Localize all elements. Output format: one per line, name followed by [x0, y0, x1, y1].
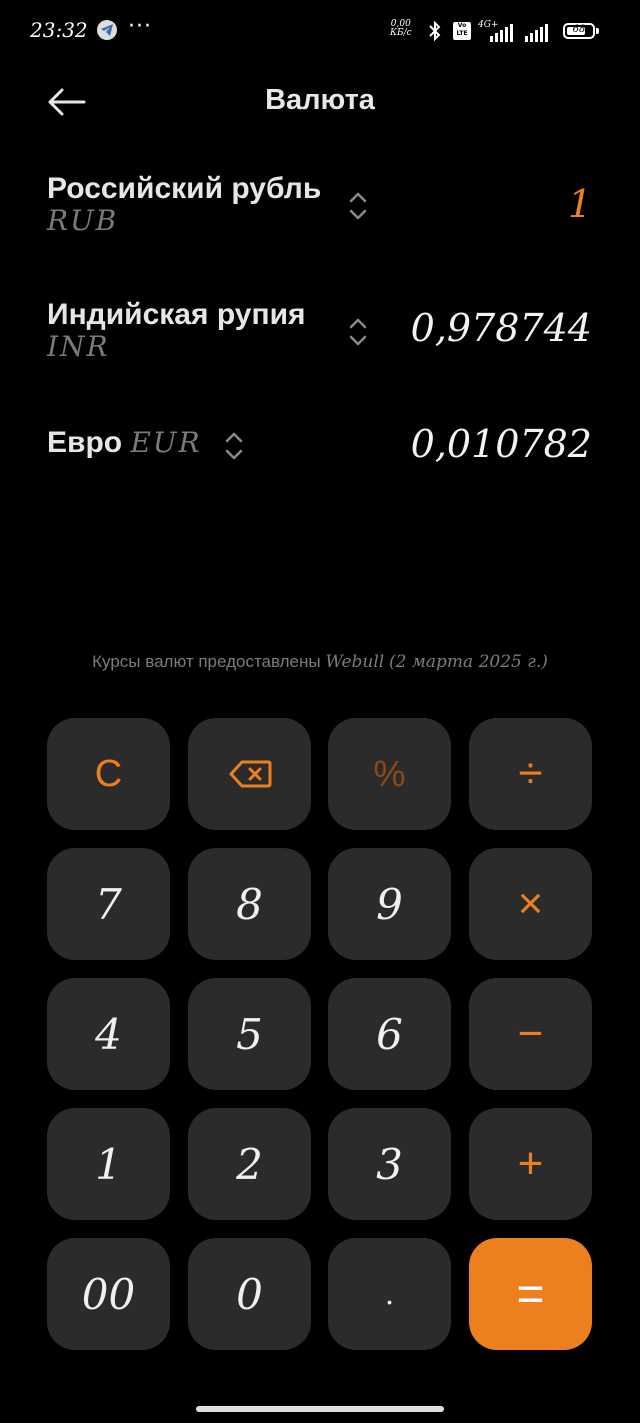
digit-1-button[interactable]: 1	[47, 1108, 170, 1220]
bluetooth-icon	[426, 20, 444, 46]
currency-name: Индийская рупия	[47, 298, 306, 331]
status-time: 23:32	[30, 18, 88, 42]
more-notifications-icon: ···	[128, 14, 152, 39]
chevron-up-down-icon[interactable]	[348, 190, 368, 222]
battery-icon: 68	[563, 23, 595, 39]
backspace-button[interactable]	[188, 718, 311, 830]
currency-name: Евро	[47, 426, 123, 459]
digit-2-button[interactable]: 2	[188, 1108, 311, 1220]
currency-code: EUR	[130, 426, 202, 459]
net-speed: 0,00 КБ/с	[390, 19, 412, 38]
gesture-navigation-bar[interactable]	[196, 1406, 444, 1412]
backspace-icon	[229, 760, 271, 788]
percent-button[interactable]: %	[328, 718, 451, 830]
currency-value[interactable]: 1	[568, 182, 592, 226]
chevron-up-down-icon[interactable]	[224, 430, 244, 462]
digit-5-button[interactable]: 5	[188, 978, 311, 1090]
digit-7-button[interactable]: 7	[47, 848, 170, 960]
page-title: Валюта	[265, 84, 375, 116]
plus-button[interactable]: +	[469, 1108, 592, 1220]
currency-name: Российский рубль	[47, 172, 322, 205]
currency-value[interactable]: 0,010782	[411, 422, 592, 466]
digit-0-button[interactable]: 0	[188, 1238, 311, 1350]
currency-row-eur[interactable]: Евро EUR 0,010782	[0, 410, 640, 480]
currency-row-inr[interactable]: Индийская рупия INR 0,978744	[0, 286, 640, 376]
multiply-button[interactable]: ×	[469, 848, 592, 960]
digit-8-button[interactable]: 8	[188, 848, 311, 960]
currency-code: RUB	[47, 204, 119, 237]
volte-icon: Vo LTE	[453, 22, 471, 40]
chevron-up-down-icon[interactable]	[348, 316, 368, 348]
digit-6-button[interactable]: 6	[328, 978, 451, 1090]
rates-date: (2 марта 2025 г.)	[388, 652, 548, 672]
header: Валюта	[0, 70, 640, 134]
status-bar: 23:32 ··· 0,00 КБ/с Vo LTE 4G+ 68	[0, 0, 640, 64]
digit-9-button[interactable]: 9	[328, 848, 451, 960]
currency-name-line: Евро EUR	[47, 426, 202, 460]
digit-4-button[interactable]: 4	[47, 978, 170, 1090]
rates-source-note: Курсы валют предоставлены Webull (2 март…	[92, 652, 548, 672]
battery-level: 68	[572, 24, 586, 35]
signal-strength-icon	[490, 22, 518, 46]
double-zero-button[interactable]: 00	[47, 1238, 170, 1350]
telegram-icon	[97, 20, 117, 40]
rates-provider: Webull	[325, 652, 385, 672]
equals-button[interactable]: =	[469, 1238, 592, 1350]
clear-button[interactable]: C	[47, 718, 170, 830]
minus-button[interactable]: −	[469, 978, 592, 1090]
currency-value[interactable]: 0,978744	[411, 306, 592, 350]
signal-strength-sim2-icon	[525, 22, 553, 46]
currency-row-rub[interactable]: Российский рубль RUB 1	[0, 160, 640, 250]
digit-3-button[interactable]: 3	[328, 1108, 451, 1220]
divide-button[interactable]: ÷	[469, 718, 592, 830]
currency-code: INR	[47, 330, 110, 363]
decimal-point-button[interactable]: .	[328, 1238, 451, 1350]
